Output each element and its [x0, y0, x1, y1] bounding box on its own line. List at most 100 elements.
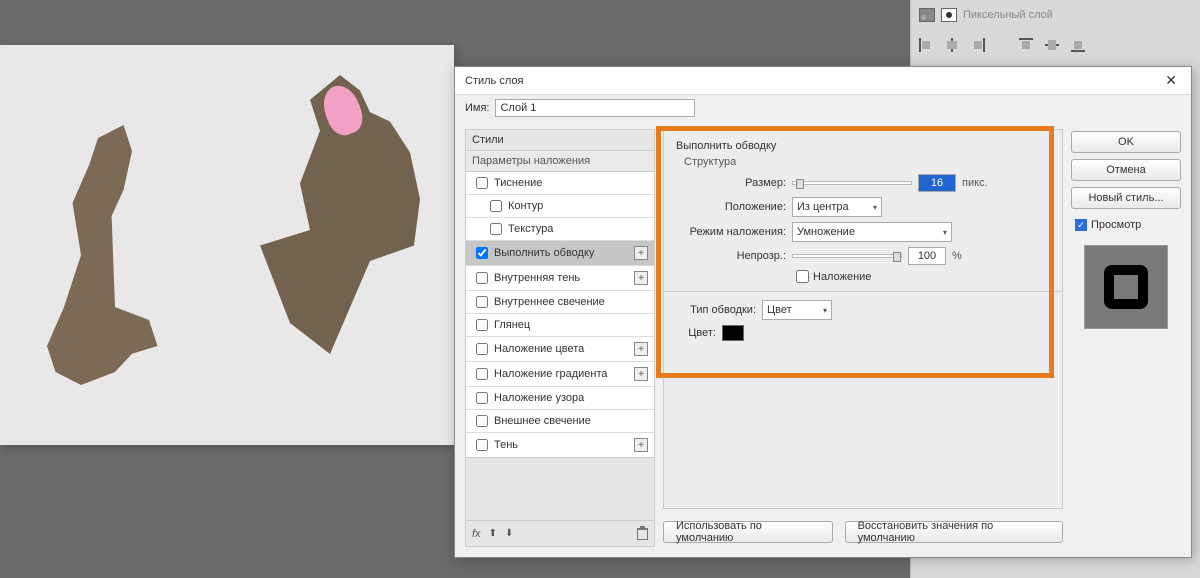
style-checkbox[interactable]: [490, 223, 502, 235]
layer-mask-icon: [941, 8, 957, 22]
color-label: Цвет:: [676, 327, 716, 339]
align-toolbar: [919, 24, 1192, 62]
style-checkbox[interactable]: [490, 200, 502, 212]
move-down-icon[interactable]: ⬇: [505, 528, 513, 539]
style-item-0[interactable]: Тиснение: [466, 172, 654, 195]
structure-subtitle: Структура: [684, 156, 1050, 168]
style-item-3[interactable]: Выполнить обводку +: [466, 241, 654, 266]
style-item-5[interactable]: Внутреннее свечение: [466, 291, 654, 314]
size-input[interactable]: [918, 174, 956, 192]
blend-mode-label: Режим наложения:: [676, 226, 786, 238]
layer-name-input[interactable]: [495, 99, 695, 117]
move-up-icon[interactable]: ⬆: [489, 528, 497, 539]
blend-options-item[interactable]: Параметры наложения: [465, 151, 655, 172]
opacity-unit: %: [952, 250, 962, 262]
style-item-8[interactable]: Наложение градиента +: [466, 362, 654, 387]
style-checkbox[interactable]: [476, 392, 488, 404]
style-item-label: Внутреннее свечение: [494, 296, 605, 308]
style-checkbox[interactable]: [476, 343, 488, 355]
preview-checkbox[interactable]: ✓: [1075, 219, 1087, 231]
reset-default-button[interactable]: Восстановить значения по умолчанию: [845, 521, 1063, 543]
stroke-group-title: Выполнить обводку: [676, 140, 1050, 152]
chevron-down-icon: ▾: [943, 228, 947, 237]
style-item-9[interactable]: Наложение узора: [466, 387, 654, 410]
size-slider[interactable]: [792, 181, 912, 185]
style-preview: [1084, 245, 1168, 329]
fx-toolbar: fx ⬆ ⬇: [465, 521, 655, 547]
opacity-label: Непрозр.:: [676, 250, 786, 262]
style-item-6[interactable]: Глянец: [466, 314, 654, 337]
position-label: Положение:: [676, 201, 786, 213]
style-checkbox[interactable]: [476, 319, 488, 331]
fill-type-select[interactable]: Цвет ▾: [762, 300, 832, 320]
style-item-label: Наложение цвета: [494, 343, 584, 355]
style-item-label: Контур: [508, 200, 543, 212]
style-item-4[interactable]: Внутренняя тень +: [466, 266, 654, 291]
style-checkbox[interactable]: [476, 272, 488, 284]
layer-style-dialog: Стиль слоя ✕ Имя: Стили Параметры наложе…: [454, 66, 1192, 558]
add-effect-icon[interactable]: +: [634, 271, 648, 285]
opacity-slider[interactable]: [792, 254, 902, 258]
add-effect-icon[interactable]: +: [634, 438, 648, 452]
fill-type-label: Тип обводки:: [676, 304, 756, 316]
style-item-label: Наложение узора: [494, 392, 584, 404]
styles-header[interactable]: Стили: [465, 129, 655, 151]
trash-icon[interactable]: [637, 528, 648, 540]
dialog-title: Стиль слоя: [465, 75, 523, 87]
align-bottom-icon[interactable]: [1071, 38, 1085, 52]
overprint-label: Наложение: [813, 271, 871, 283]
style-item-label: Наложение градиента: [494, 368, 608, 380]
blend-mode-value: Умножение: [797, 226, 855, 238]
style-item-label: Внешнее свечение: [494, 415, 591, 427]
ok-button[interactable]: OK: [1071, 131, 1181, 153]
position-value: Из центра: [797, 201, 849, 213]
stroke-settings-panel: Выполнить обводку Структура Размер: пикс…: [663, 129, 1063, 509]
blend-mode-select[interactable]: Умножение ▾: [792, 222, 952, 242]
chevron-down-icon: ▾: [873, 203, 877, 212]
style-item-1[interactable]: Контур: [466, 195, 654, 218]
align-left-icon[interactable]: [919, 38, 933, 52]
preview-label: Просмотр: [1091, 219, 1141, 231]
align-center-h-icon[interactable]: [945, 38, 959, 52]
opacity-input[interactable]: [908, 247, 946, 265]
style-item-label: Текстура: [508, 223, 553, 235]
align-right-icon[interactable]: [971, 38, 985, 52]
layer-name-label: Пиксельный слой: [963, 9, 1053, 21]
canvas-area: [0, 45, 454, 445]
styles-list: Тиснение Контур Текстура Выполнить обводку +…: [465, 172, 655, 458]
fx-icon[interactable]: fx: [472, 528, 481, 540]
make-default-button[interactable]: Использовать по умолчанию: [663, 521, 833, 543]
layer-row[interactable]: Пиксельный слой: [919, 6, 1192, 24]
style-checkbox[interactable]: [476, 296, 488, 308]
position-select[interactable]: Из центра ▾: [792, 197, 882, 217]
add-effect-icon[interactable]: +: [634, 367, 648, 381]
style-checkbox[interactable]: [476, 177, 488, 189]
size-label: Размер:: [676, 177, 786, 189]
style-item-label: Глянец: [494, 319, 530, 331]
size-unit: пикс.: [962, 177, 988, 189]
align-top-icon[interactable]: [1019, 38, 1033, 52]
style-item-label: Выполнить обводку: [494, 247, 594, 259]
new-style-button[interactable]: Новый стиль...: [1071, 187, 1181, 209]
style-item-11[interactable]: Тень +: [466, 433, 654, 457]
add-effect-icon[interactable]: +: [634, 342, 648, 356]
close-icon[interactable]: ✕: [1161, 72, 1181, 89]
cancel-button[interactable]: Отмена: [1071, 159, 1181, 181]
color-swatch[interactable]: [722, 325, 744, 341]
fill-type-value: Цвет: [767, 304, 792, 316]
overprint-checkbox[interactable]: [796, 270, 809, 283]
style-checkbox[interactable]: [476, 247, 488, 259]
style-item-7[interactable]: Наложение цвета +: [466, 337, 654, 362]
name-label: Имя:: [465, 102, 489, 114]
add-effect-icon[interactable]: +: [634, 246, 648, 260]
style-item-2[interactable]: Текстура: [466, 218, 654, 241]
align-center-v-icon[interactable]: [1045, 38, 1059, 52]
style-checkbox[interactable]: [476, 439, 488, 451]
style-checkbox[interactable]: [476, 368, 488, 380]
canvas-content-cat: [30, 125, 200, 385]
dialog-titlebar[interactable]: Стиль слоя ✕: [455, 67, 1191, 95]
style-item-10[interactable]: Внешнее свечение: [466, 410, 654, 433]
style-item-label: Тень: [494, 439, 518, 451]
style-item-label: Внутренняя тень: [494, 272, 580, 284]
style-checkbox[interactable]: [476, 415, 488, 427]
